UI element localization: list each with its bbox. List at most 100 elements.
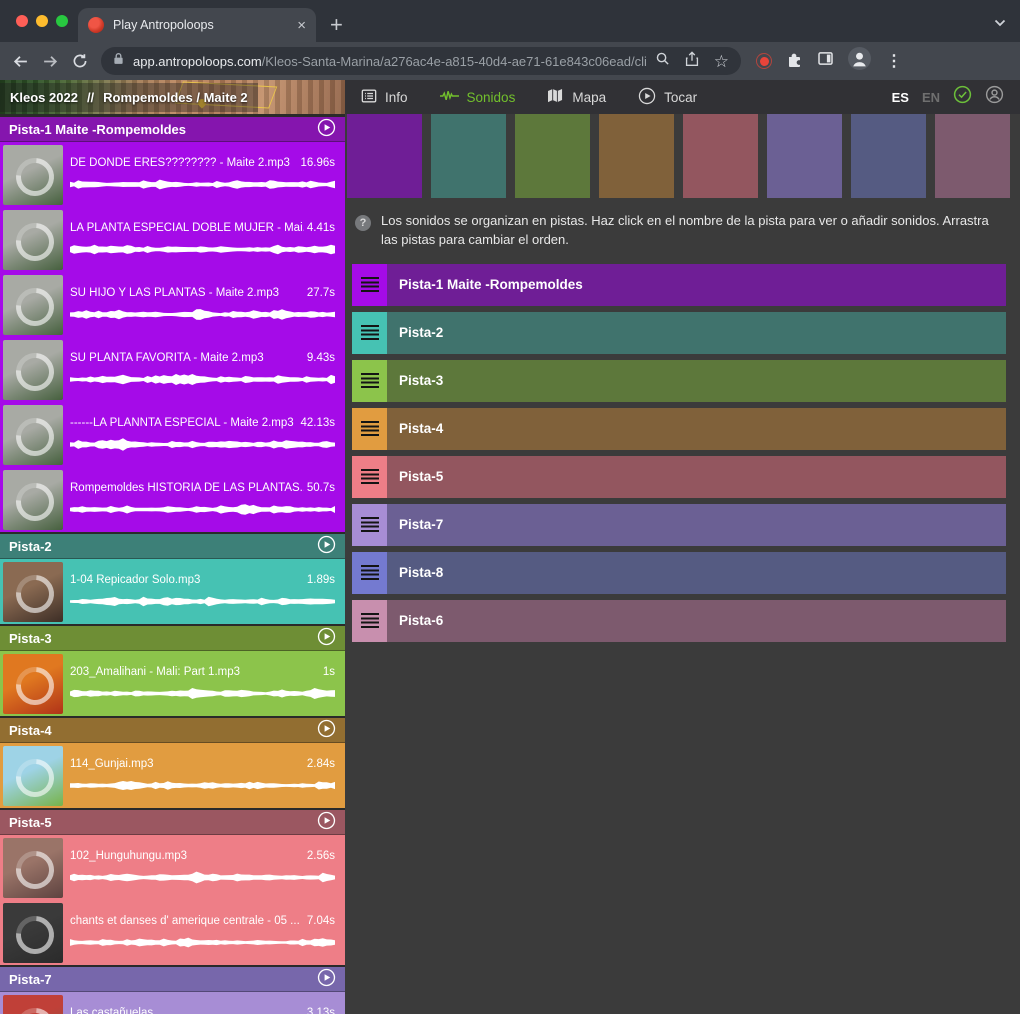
play-track-icon[interactable] bbox=[317, 719, 336, 741]
record-indicator-icon[interactable] bbox=[756, 53, 772, 69]
track-color-swatch bbox=[515, 114, 590, 198]
share-icon[interactable] bbox=[685, 51, 699, 72]
url-domain: app.antropoloops.com bbox=[133, 54, 262, 69]
nav-label: Tocar bbox=[664, 90, 697, 105]
sidebar-track: Pista-1 Maite -Rompemoldes DE DONDE ERES… bbox=[0, 117, 345, 532]
play-track-icon[interactable] bbox=[317, 535, 336, 557]
bookmark-star-icon[interactable]: ☆ bbox=[714, 53, 729, 70]
drag-handle[interactable] bbox=[352, 312, 387, 354]
info-list-icon bbox=[361, 88, 377, 107]
help-icon[interactable]: ? bbox=[355, 215, 371, 231]
nav-item-info[interactable]: Info bbox=[361, 88, 408, 107]
clip[interactable]: LA PLANTA ESPECIAL DOBLE MUJER - Mai...4… bbox=[0, 207, 345, 272]
clip[interactable]: 114_Gunjai.mp32.84s bbox=[0, 743, 345, 808]
back-button[interactable] bbox=[12, 53, 29, 70]
tab-title: Play Antropoloops bbox=[113, 18, 288, 32]
drag-handle-icon bbox=[361, 565, 379, 580]
tab-close-icon[interactable]: × bbox=[297, 18, 306, 33]
clip[interactable]: SU PLANTA FAVORITA - Maite 2.mp39.43s bbox=[0, 337, 345, 402]
drag-handle[interactable] bbox=[352, 504, 387, 546]
breadcrumb-project[interactable]: Kleos 2022 bbox=[10, 90, 78, 105]
help-text: Los sonidos se organizan en pistas. Haz … bbox=[381, 212, 1003, 250]
sidebar-track: Pista-7 Las castañuelas3.13s bbox=[0, 967, 345, 1014]
play-track-icon[interactable] bbox=[317, 118, 336, 140]
track-row[interactable]: Pista-8 bbox=[352, 552, 1006, 594]
extensions-puzzle-icon[interactable] bbox=[787, 51, 803, 72]
drag-handle[interactable] bbox=[352, 408, 387, 450]
header-map-photo: Kleos 2022 // Rompemoldes / Maite 2 bbox=[0, 80, 345, 114]
track-row[interactable]: Pista-6 bbox=[352, 600, 1006, 642]
breadcrumb-section[interactable]: Rompemoldes / Maite 2 bbox=[103, 90, 247, 105]
drag-handle[interactable] bbox=[352, 360, 387, 402]
track-header[interactable]: Pista-4 bbox=[0, 718, 345, 743]
clip[interactable]: Rompemoldes HISTORIA DE LAS PLANTAS...50… bbox=[0, 467, 345, 532]
browser-toolbar: app.antropoloops.com/Kleos-Santa-Marina/… bbox=[0, 42, 1020, 80]
nav-item-sonidos[interactable]: Sonidos bbox=[440, 89, 516, 106]
track-row[interactable]: Pista-1 Maite -Rompemoldes bbox=[352, 264, 1006, 306]
clip[interactable]: SU HIJO Y LAS PLANTAS - Maite 2.mp327.7s bbox=[0, 272, 345, 337]
zoom-window-button[interactable] bbox=[56, 15, 68, 27]
track-title: Pista-1 Maite -Rompemoldes bbox=[9, 122, 186, 137]
browser-tab[interactable]: Play Antropoloops × bbox=[78, 8, 316, 42]
browser-menu-kebab-icon[interactable]: ⋮ bbox=[886, 51, 902, 71]
drag-handle[interactable] bbox=[352, 264, 387, 306]
clip[interactable]: DE DONDE ERES???????? - Maite 2.mp316.96… bbox=[0, 142, 345, 207]
side-panel-icon[interactable] bbox=[818, 52, 833, 70]
lock-icon[interactable] bbox=[113, 52, 124, 70]
waveform bbox=[70, 176, 335, 193]
account-icon[interactable] bbox=[985, 85, 1004, 109]
clip[interactable]: 203_Amalihani - Mali: Part 1.mp31s bbox=[0, 651, 345, 716]
track-row[interactable]: Pista-5 bbox=[352, 456, 1006, 498]
play-track-icon[interactable] bbox=[317, 811, 336, 833]
clip-duration: 50.7s bbox=[307, 482, 335, 494]
track-row[interactable]: Pista-2 bbox=[352, 312, 1006, 354]
play-track-icon[interactable] bbox=[317, 627, 336, 649]
track-row[interactable]: Pista-7 bbox=[352, 504, 1006, 546]
clip[interactable]: Las castañuelas3.13s bbox=[0, 992, 345, 1014]
track-header[interactable]: Pista-1 Maite -Rompemoldes bbox=[0, 117, 345, 142]
clip-duration: 3.13s bbox=[307, 1007, 335, 1014]
track-title: Pista-2 bbox=[9, 539, 52, 554]
minimize-window-button[interactable] bbox=[36, 15, 48, 27]
new-tab-button[interactable]: + bbox=[330, 14, 343, 42]
window-controls bbox=[16, 15, 68, 27]
track-row[interactable]: Pista-4 bbox=[352, 408, 1006, 450]
track-header[interactable]: Pista-7 bbox=[0, 967, 345, 992]
drag-handle[interactable] bbox=[352, 552, 387, 594]
clip[interactable]: chants et danses d' amerique centrale - … bbox=[0, 900, 345, 965]
drag-handle[interactable] bbox=[352, 456, 387, 498]
zoom-page-icon[interactable] bbox=[655, 51, 670, 71]
waveform bbox=[70, 371, 335, 388]
nav-item-tocar[interactable]: Tocar bbox=[638, 87, 697, 108]
track-title: Pista-3 bbox=[9, 631, 52, 646]
clip-name: ------LA PLANNTA ESPECIAL - Maite 2.mp3 bbox=[70, 417, 297, 429]
track-row[interactable]: Pista-3 bbox=[352, 360, 1006, 402]
clip-thumbnail bbox=[3, 275, 63, 335]
clip-duration: 1.89s bbox=[307, 574, 335, 586]
reload-button[interactable] bbox=[72, 53, 88, 69]
lang-es-button[interactable]: ES bbox=[892, 90, 909, 105]
clip-name: SU PLANTA FAVORITA - Maite 2.mp3 bbox=[70, 352, 304, 364]
clip[interactable]: 1-04 Repicador Solo.mp31.89s bbox=[0, 559, 345, 624]
waveform bbox=[70, 306, 335, 323]
track-header[interactable]: Pista-2 bbox=[0, 534, 345, 559]
play-track-icon[interactable] bbox=[317, 968, 336, 990]
sidebar-track: Pista-2 1-04 Repicador Solo.mp31.89s bbox=[0, 534, 345, 624]
close-window-button[interactable] bbox=[16, 15, 28, 27]
clip-name: 1-04 Repicador Solo.mp3 bbox=[70, 574, 304, 586]
track-header[interactable]: Pista-3 bbox=[0, 626, 345, 651]
clip[interactable]: ------LA PLANNTA ESPECIAL - Maite 2.mp34… bbox=[0, 402, 345, 467]
address-bar[interactable]: app.antropoloops.com/Kleos-Santa-Marina/… bbox=[101, 47, 741, 75]
clip[interactable]: 102_Hunguhungu.mp32.56s bbox=[0, 835, 345, 900]
tab-search-chevron-icon[interactable] bbox=[994, 14, 1006, 32]
drag-handle-icon bbox=[361, 421, 379, 436]
forward-button[interactable] bbox=[42, 53, 59, 70]
nav-item-mapa[interactable]: Mapa bbox=[547, 88, 606, 106]
drag-handle[interactable] bbox=[352, 600, 387, 642]
profile-avatar[interactable] bbox=[848, 47, 871, 75]
clip-thumbnail bbox=[3, 340, 63, 400]
track-header[interactable]: Pista-5 bbox=[0, 810, 345, 835]
saved-check-icon[interactable] bbox=[953, 85, 972, 109]
lang-en-button[interactable]: EN bbox=[922, 90, 940, 105]
clip-duration: 9.43s bbox=[307, 352, 335, 364]
